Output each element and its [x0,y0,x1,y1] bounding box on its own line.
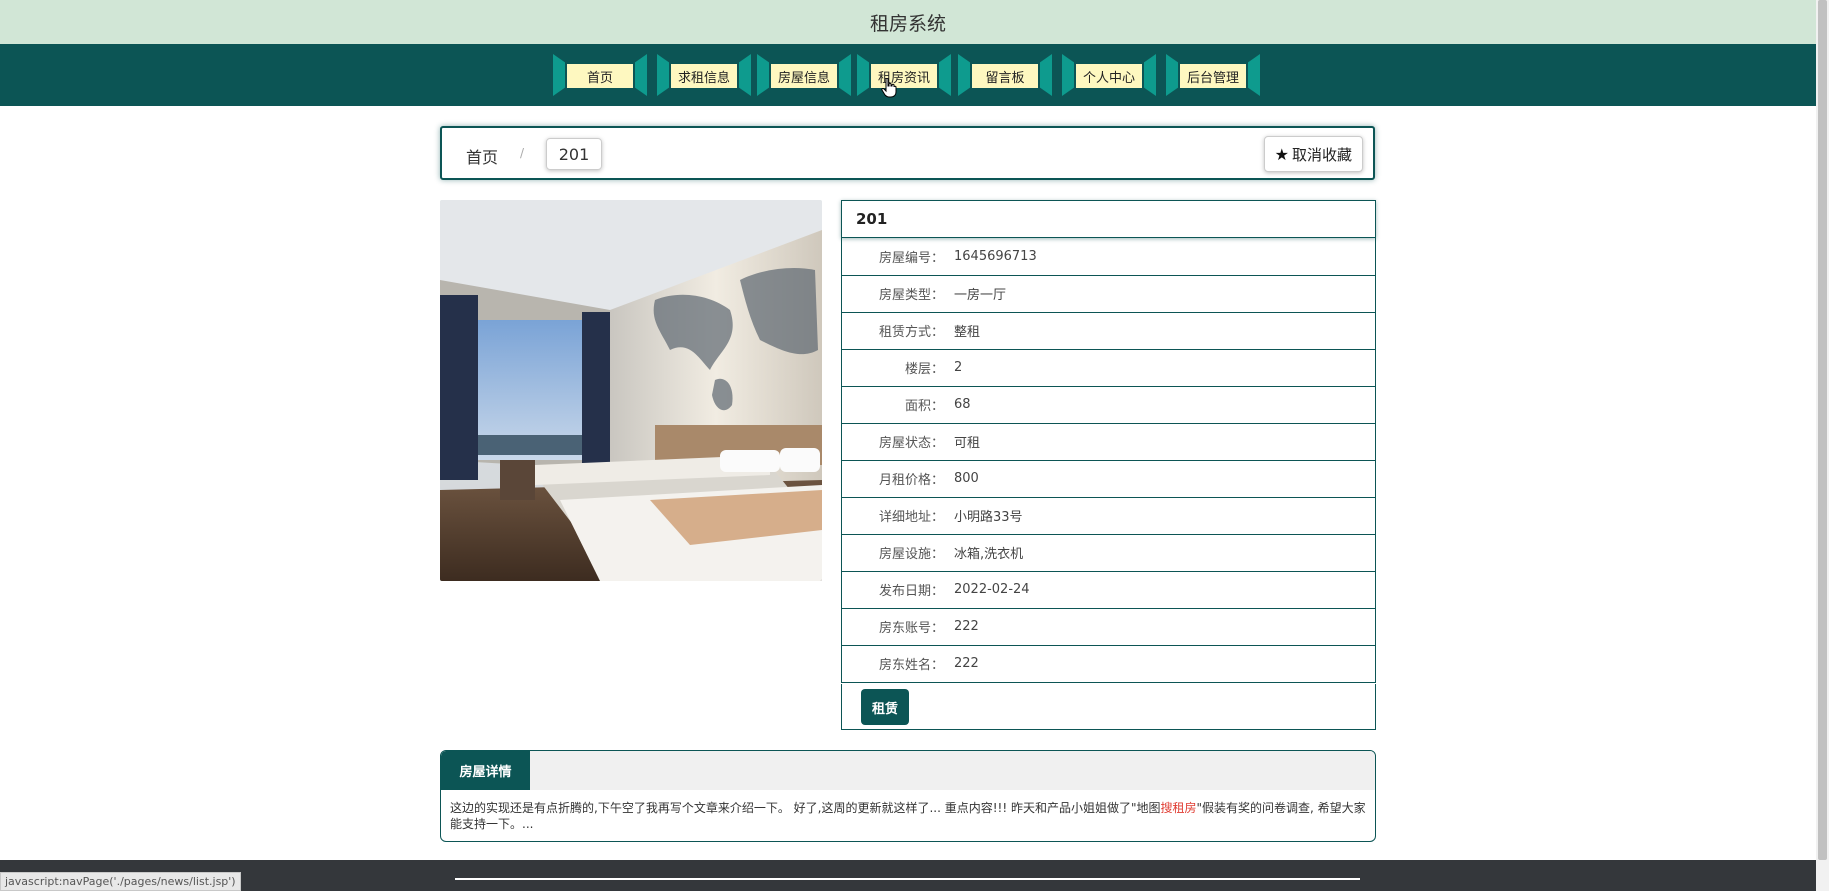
nav-item-message-board[interactable]: 留言板 [958,54,1052,96]
info-key: 月租价格： [878,473,944,488]
info-row-landlord-name: 房东姓名： 222 [841,645,1376,683]
nav-item-profile[interactable]: 个人中心 [1062,54,1156,96]
breadcrumb-separator: / [520,146,525,160]
unfavorite-label: 取消收藏 [1291,145,1352,164]
info-value: 整租 [954,325,981,340]
info-value: 2 [954,360,963,375]
info-value: 68 [954,397,971,412]
info-value: 222 [954,656,979,671]
info-key: 发布日期： [878,584,944,599]
footer [0,860,1816,891]
info-key: 楼层： [904,362,944,377]
info-key: 租赁方式： [878,325,944,340]
info-row-landlord-account: 房东账号： 222 [841,608,1376,646]
breadcrumb-home-link[interactable]: 首页 [466,144,498,168]
detail-content: 这边的实现还是有点折腾的,下午空了我再写个文章来介绍一下。 好了,这周的更新就这… [450,800,1370,832]
nav-item-label: 后台管理 [1180,64,1246,88]
nav-item-label: 求租信息 [671,64,737,88]
footer-divider [455,878,1360,880]
nav-item-news[interactable]: 租房资讯 [857,54,951,96]
info-row-floor: 楼层： 2 [841,349,1376,387]
info-key: 面积： [904,399,944,414]
house-detail-section: 房屋详情 这边的实现还是有点折腾的,下午空了我再写个文章来介绍一下。 好了,这周… [440,750,1376,842]
nav-item-label: 首页 [567,64,633,88]
hand-cursor-icon [881,78,897,98]
info-value: 800 [954,471,979,486]
site-title-text: 租房系统 [869,12,946,35]
info-row-house-id: 房屋编号： 1645696713 [841,238,1376,276]
status-bar-url: javascript:navPage('./pages/news/list.js… [0,872,241,891]
info-row-price: 月租价格： 800 [841,460,1376,498]
info-value: 1645696713 [954,249,1037,264]
info-value: 小明路33号 [954,510,1023,525]
star-icon: ★ [1274,144,1289,164]
detail-tab-bar: 房屋详情 [441,751,1375,790]
info-value: 一房一厅 [954,288,1007,303]
info-key: 房屋编号： [878,251,944,266]
info-key: 房东账号： [878,621,944,636]
info-key: 房屋设施： [878,547,944,562]
house-title: 201 [841,200,1376,238]
info-key: 详细地址： [878,510,944,525]
info-row-status: 房屋状态： 可租 [841,423,1376,461]
main-nav: 首页 求租信息 房屋信息 租房资讯 留言板 个人中心 后台管理 [0,44,1816,106]
site-title: 租房系统 [0,0,1816,44]
nav-item-label: 留言板 [972,64,1038,88]
info-value: 2022-02-24 [954,582,1030,597]
info-value: 可租 [954,436,981,451]
info-row-facilities: 房屋设施： 冰箱,洗衣机 [841,534,1376,572]
breadcrumb: 首页 / 201 ★ 取消收藏 [440,126,1375,180]
nav-item-houses[interactable]: 房屋信息 [757,54,851,96]
action-row: 租赁 [841,684,1376,730]
nav-item-label: 房屋信息 [771,64,837,88]
page-scrollbar[interactable] [1816,0,1829,891]
nav-item-admin[interactable]: 后台管理 [1166,54,1260,96]
info-row-area: 面积： 68 [841,386,1376,424]
nav-item-home[interactable]: 首页 [553,54,647,96]
info-key: 房屋状态： [878,436,944,451]
nav-item-label: 个人中心 [1076,64,1142,88]
info-value: 冰箱,洗衣机 [954,547,1024,562]
info-row-lease-type: 租赁方式： 整租 [841,312,1376,350]
info-value: 222 [954,619,979,634]
tab-house-detail[interactable]: 房屋详情 [441,751,530,790]
breadcrumb-current: 201 [546,138,602,170]
info-row-publish-date: 发布日期： 2022-02-24 [841,571,1376,609]
rent-button[interactable]: 租赁 [861,689,909,725]
info-row-address: 详细地址： 小明路33号 [841,497,1376,535]
detail-highlight-link[interactable]: 搜租房 [1160,801,1196,815]
info-key: 房屋类型： [878,288,944,303]
info-row-house-type: 房屋类型： 一房一厅 [841,275,1376,313]
detail-text-part: 这边的实现还是有点折腾的,下午空了我再写个文章来介绍一下。 好了,这周的更新就这… [450,801,1161,815]
nav-item-rent-requests[interactable]: 求租信息 [657,54,751,96]
house-info-panel: 201 房屋编号： 1645696713 房屋类型： 一房一厅 租赁方式： 整租… [841,200,1376,730]
info-key: 房东姓名： [878,658,944,673]
house-photo [440,200,822,581]
unfavorite-button[interactable]: ★ 取消收藏 [1263,136,1363,172]
scrollbar-thumb[interactable] [1818,0,1827,860]
